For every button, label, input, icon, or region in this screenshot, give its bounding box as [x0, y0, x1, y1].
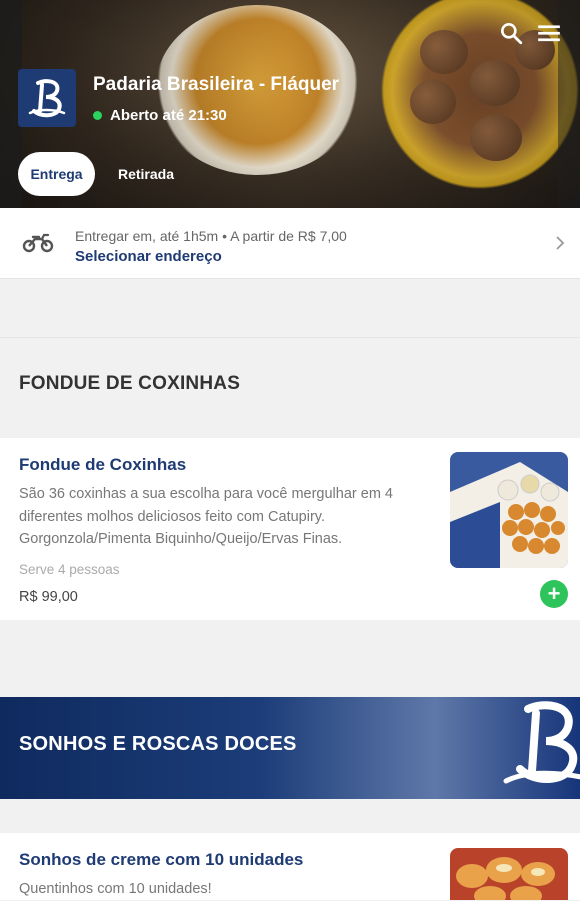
motorcycle-icon [22, 231, 54, 253]
divider [0, 337, 580, 338]
brand-b-icon [28, 79, 66, 118]
tab-entrega[interactable]: Entrega [18, 152, 95, 196]
add-to-cart-button[interactable]: + [540, 580, 568, 608]
product-description: Quentinhos com 10 unidades! [19, 881, 212, 897]
plus-icon: + [547, 581, 561, 606]
product-price: R$ 99,00 [19, 589, 78, 605]
section-banner: SONHOS E ROSCAS DOCES [0, 697, 580, 799]
section-title: SONHOS E ROSCAS DOCES [19, 733, 297, 755]
brand-b-watermark-icon [503, 701, 580, 784]
section-title: FONDUE DE COXINHAS [19, 373, 241, 394]
chevron-right-icon [553, 234, 567, 252]
product-name[interactable]: Sonhos de creme com 10 unidades [19, 850, 303, 870]
select-address-link[interactable]: Selecionar endereço [75, 248, 222, 265]
store-status-text: Aberto até 21:30 [110, 107, 227, 124]
store-status: Aberto até 21:30 [93, 107, 227, 124]
search-icon[interactable] [498, 20, 526, 48]
open-status-dot [93, 111, 102, 120]
store-logo [18, 69, 76, 127]
menu-icon[interactable] [536, 20, 564, 48]
product-image[interactable] [450, 848, 568, 900]
product-name[interactable]: Fondue de Coxinhas [19, 455, 186, 475]
tab-retirada[interactable]: Retirada [104, 152, 188, 196]
product-image[interactable] [450, 452, 568, 568]
product-description: São 36 coxinhas a sua escolha para você … [19, 486, 393, 547]
product-serves: Serve 4 pessoas [19, 562, 120, 577]
store-name: Padaria Brasileira - Fláquer [93, 74, 340, 95]
delivery-info: Entregar em, até 1h5m • A partir de R$ 7… [75, 228, 347, 244]
